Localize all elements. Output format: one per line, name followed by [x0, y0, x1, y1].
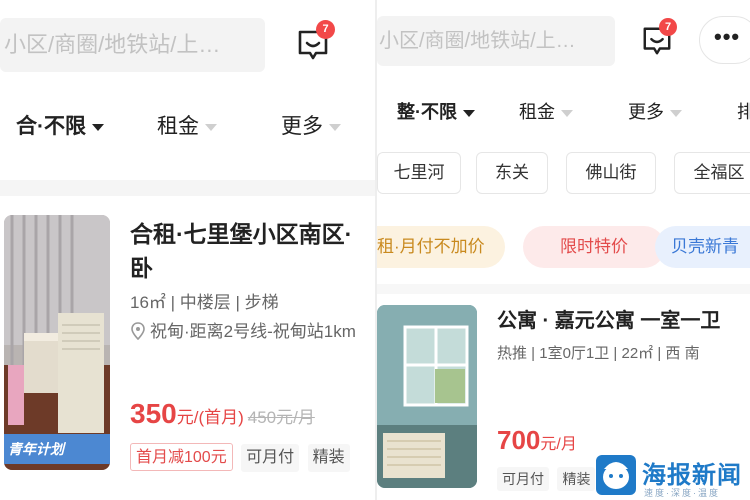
- listing-card[interactable]: 青年计划 合租·七里堡小区南区·卧 16㎡ | 中楼层 | 步梯 祝甸·距离2号…: [0, 215, 375, 500]
- promo-pills: 租·月付不加价 限时特价 贝壳新青: [377, 226, 750, 268]
- filter-more[interactable]: 更多: [281, 110, 341, 140]
- promo-monthly-pay[interactable]: 租·月付不加价: [377, 226, 505, 268]
- filter-bar: 合·不限 租金 更多: [0, 110, 375, 150]
- listing-tags: 可月付 精装: [497, 467, 599, 491]
- listing-meta: 热推 | 1室0厅1卫 | 22㎡ | 西 南: [497, 345, 700, 362]
- more-options-button[interactable]: •••: [699, 16, 750, 64]
- dropdown-arrow-icon: [92, 123, 104, 131]
- chip-district[interactable]: 佛山街: [566, 152, 656, 194]
- room-photo-image: [377, 305, 477, 488]
- promo-ribbon: 青年计划: [4, 434, 110, 464]
- original-price: 450元/月: [247, 408, 315, 427]
- watermark-subtitle: 速度·深度·温度: [644, 488, 720, 498]
- filter-bar: 整·不限 租金 更多 排: [377, 98, 750, 134]
- message-button[interactable]: 7: [641, 18, 677, 57]
- search-input[interactable]: 小区/商圈/地铁站/上…: [0, 18, 265, 72]
- message-button[interactable]: 7: [296, 20, 335, 62]
- price-value: 350: [130, 398, 177, 429]
- listing-meta: 16㎡ | 中楼层 | 步梯: [130, 293, 279, 312]
- message-badge: 7: [659, 18, 677, 36]
- listing-price: 700元/月: [497, 425, 577, 456]
- watermark-name: 海报新闻: [642, 462, 742, 489]
- message-badge: 7: [316, 20, 335, 39]
- chip-district[interactable]: 七里河: [377, 152, 461, 194]
- dropdown-arrow-icon: [205, 123, 217, 131]
- listing-tags: 首月减100元 可月付 精装: [130, 443, 354, 472]
- dropdown-arrow-icon: [463, 109, 475, 117]
- filter-more[interactable]: 更多: [628, 98, 682, 124]
- tag-furnished: 精装: [307, 444, 350, 472]
- chip-district[interactable]: 全福区: [674, 152, 750, 194]
- chip-district[interactable]: 东关: [476, 152, 548, 194]
- district-chips: 七里河 东关 佛山街 全福区: [377, 152, 750, 196]
- filter-rent[interactable]: 租金: [519, 98, 573, 124]
- right-screenshot: 小区/商圈/地铁站/上… 7 ••• 整·不限 租金 更多 排 七里河 东关 佛…: [377, 0, 750, 500]
- dropdown-arrow-icon: [670, 109, 682, 117]
- listing-title: 合租·七里堡小区南区·卧: [130, 221, 353, 281]
- section-divider: [377, 284, 750, 294]
- listing-price: 350元/(首月) 450元/月: [130, 398, 315, 430]
- filter-sort[interactable]: 排: [737, 98, 750, 124]
- tag-monthly: 可月付: [241, 444, 300, 472]
- news-logo-icon: [596, 455, 636, 495]
- filter-label: 合·不限: [16, 115, 86, 138]
- room-photo-image: [4, 215, 110, 470]
- promo-beike-youth[interactable]: 贝壳新青: [655, 226, 750, 268]
- tag-discount: 首月减100元: [130, 443, 233, 471]
- filter-label: 租金: [157, 115, 199, 138]
- left-screenshot: 小区/商圈/地铁站/上… 7 合·不限 租金 更多 青年计划 合租·七里堡小区南…: [0, 0, 375, 500]
- promo-limited-offer[interactable]: 限时特价: [523, 226, 665, 268]
- tag-monthly: 可月付: [497, 467, 549, 491]
- filter-rent-type[interactable]: 整·不限: [397, 98, 475, 124]
- tag-furnished: 精装: [557, 467, 596, 491]
- listing-location: 祝甸·距离2号线-祝甸站1km: [130, 317, 356, 342]
- search-input[interactable]: 小区/商圈/地铁站/上…: [377, 16, 615, 66]
- filter-label: 排: [737, 102, 750, 122]
- listing-photo: 青年计划: [4, 215, 110, 470]
- listing-photo: [377, 305, 477, 488]
- filter-rent[interactable]: 租金: [157, 110, 217, 140]
- location-text: 祝甸·距离2号线-祝甸站1km: [150, 322, 356, 341]
- location-pin-icon: [131, 322, 145, 340]
- filter-label: 整·不限: [397, 102, 457, 122]
- filter-label: 更多: [281, 115, 323, 138]
- dropdown-arrow-icon: [561, 109, 573, 117]
- price-value: 700: [497, 425, 541, 455]
- filter-label: 租金: [519, 102, 555, 122]
- news-watermark: 海报新闻 速度·深度·温度: [596, 455, 750, 500]
- filter-label: 更多: [628, 102, 664, 122]
- price-unit: 元/(首月): [176, 408, 244, 427]
- listing-title: 公寓 · 嘉元公寓 一室一卫: [497, 310, 721, 332]
- dropdown-arrow-icon: [329, 123, 341, 131]
- section-divider: [0, 180, 375, 196]
- filter-rent-type[interactable]: 合·不限: [16, 110, 104, 140]
- price-unit: 元/月: [540, 436, 577, 453]
